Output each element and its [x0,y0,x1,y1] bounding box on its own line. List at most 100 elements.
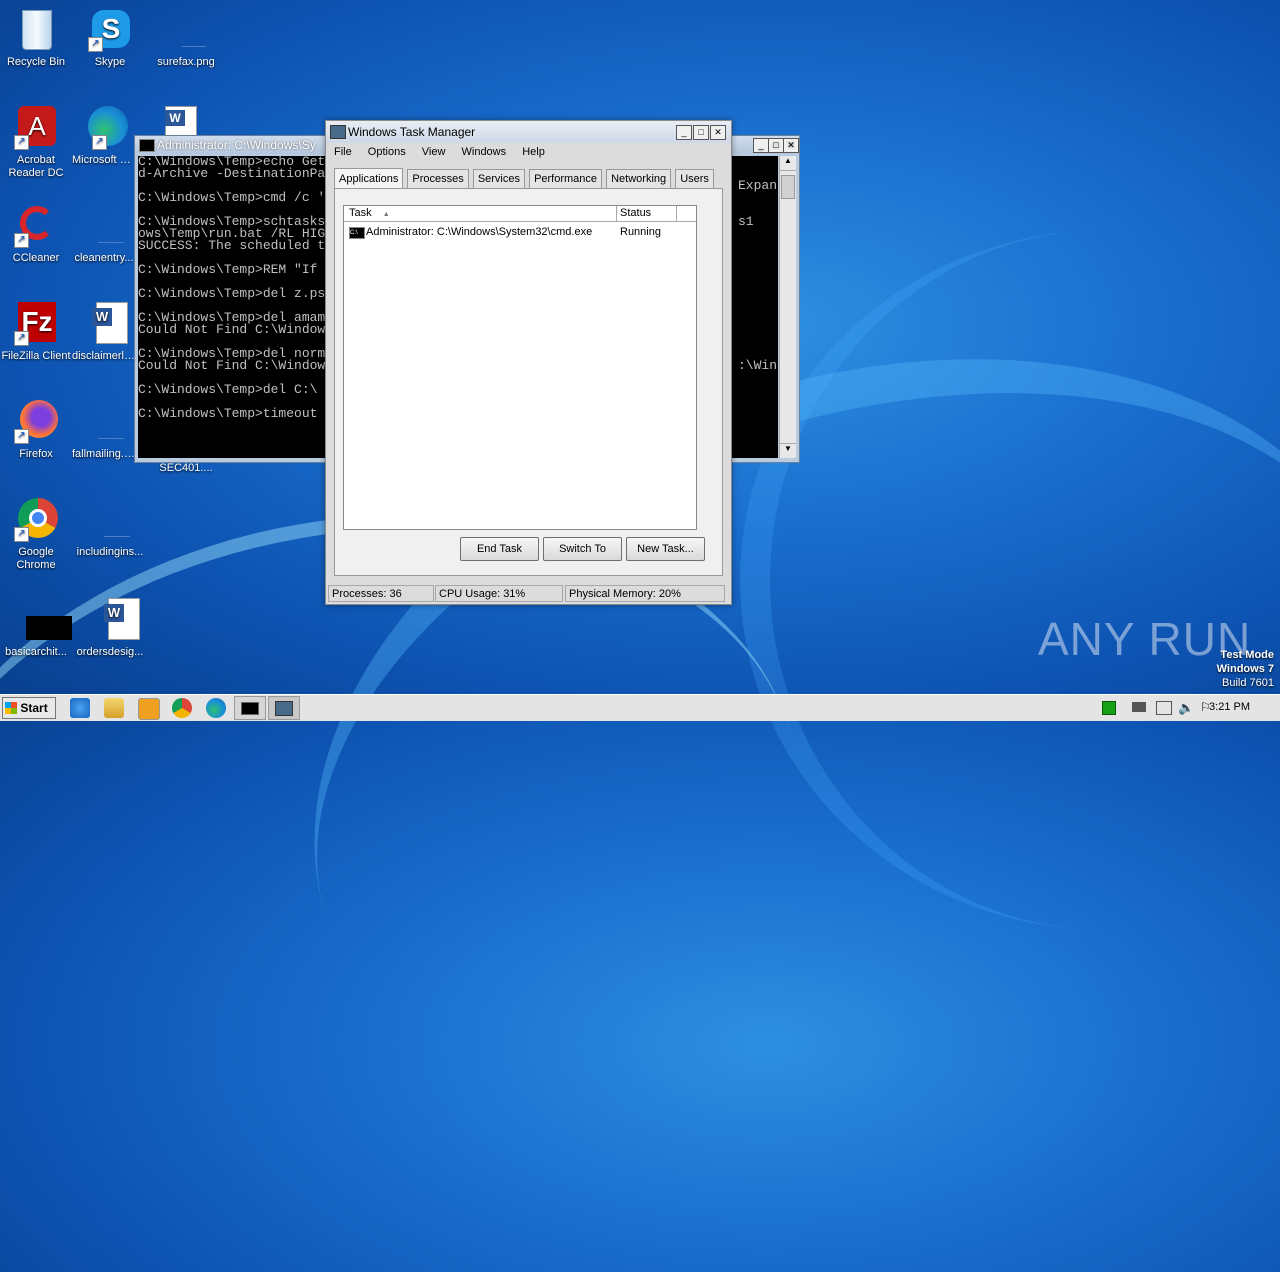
chrome-icon[interactable] [172,698,192,718]
desktop-icon-chrome[interactable]: ↗ Google Chrome [0,498,74,572]
hardware-icon[interactable] [1132,702,1146,712]
desktop-icon-sec401[interactable]: SEC401.... [148,462,224,475]
tab-performance[interactable]: Performance [529,169,603,188]
word-doc-icon: W [82,302,128,346]
clock[interactable]: 3:21 PM [1209,701,1250,713]
explorer-icon[interactable] [104,698,124,718]
console-maximize-button[interactable]: □ [768,138,784,153]
column-task-label: Task [349,207,372,219]
console-line: s1 [738,214,754,229]
task-row[interactable]: C:\ Administrator: C:\Windows\System32\c… [349,225,689,239]
image-file-icon [164,8,208,52]
desktop-icon-edge[interactable]: ↗ Microsoft Edge [72,106,136,167]
word-doc-icon: W [165,106,209,136]
build-label: Build 7601 [1222,677,1274,689]
scroll-down-arrow-icon[interactable]: ▼ [780,443,796,458]
firefox-icon: ↗ [14,400,58,444]
ie-icon[interactable] [70,698,90,718]
console-scrollbar[interactable]: ▲ ▼ [779,156,796,458]
cmd-icon [139,139,155,152]
taskbar-task-manager-button[interactable] [268,696,300,720]
desktop-icon-filezilla[interactable]: Fz ↗ FileZilla Client [0,302,74,363]
tab-bar: Applications Processes Services Performa… [334,166,715,190]
desktop-icon-ordersdesig[interactable]: W ordersdesig... [72,598,148,659]
windows-logo-icon [5,702,17,714]
desktop-icon-surefax[interactable]: surefax.png [148,8,224,69]
menu-help[interactable]: Help [522,146,545,158]
desktop-icon-includingins[interactable]: includingins... [72,498,148,559]
desktop-icon-ccleaner[interactable]: ↗ CCleaner [0,204,74,265]
edge-icon[interactable] [206,698,226,718]
task-manager-icon [275,701,293,716]
menu-windows[interactable]: Windows [462,146,507,158]
console-close-button[interactable]: ✕ [783,138,799,153]
switch-to-button[interactable]: Switch To [543,537,622,561]
column-task[interactable]: Task ▲ [349,206,390,222]
ccleaner-icon: ↗ [14,204,58,248]
close-button[interactable]: ✕ [710,125,726,140]
task-manager-title-bar[interactable]: Windows Task Manager _ □ ✕ [326,121,731,143]
desktop-icon-basicarchit[interactable]: basicarchit... [0,598,74,659]
start-label: Start [20,701,48,715]
minimize-button[interactable]: _ [676,125,692,140]
task-list-header: Task ▲ Status [344,206,696,222]
start-button[interactable]: Start [2,697,56,719]
tab-users[interactable]: Users [675,169,714,188]
windows-version-label: Windows 7 [1216,663,1274,675]
menu-view[interactable]: View [422,146,446,158]
network-icon[interactable] [1156,701,1172,715]
desktop-icon-cleanentry[interactable]: cleanentry... [72,204,136,265]
end-task-button[interactable]: End Task [460,537,539,561]
scroll-up-arrow-icon[interactable]: ▲ [780,156,796,171]
scroll-thumb[interactable] [781,175,795,199]
taskbar: Start 🔈 ⚐ 3:21 PM [0,694,1280,721]
console-title: Administrator: C:\Windows\Sy [157,138,316,152]
tab-services[interactable]: Services [472,169,525,188]
file-icon [82,400,126,444]
system-tray: 🔈 ⚐ 3:21 PM [1094,695,1280,721]
new-task-button[interactable]: New Task... [626,537,705,561]
speaker-icon[interactable]: 🔈 [1178,700,1194,716]
task-name: Administrator: C:\Windows\System32\cmd.e… [366,226,593,238]
console-line: :\Wind [738,358,778,373]
file-icon [82,204,126,248]
desktop-icon-skype[interactable]: S ↗ Skype [72,8,148,69]
status-bar: Processes: 36 CPU Usage: 31% Physical Me… [328,585,727,602]
menu-file[interactable]: File [334,146,352,158]
desktop-icon-recycle-bin[interactable]: Recycle Bin [0,8,74,69]
cmd-icon [241,702,259,715]
tab-applications[interactable]: Applications [334,168,404,190]
desktop-icon-firefox[interactable]: ↗ Firefox [0,400,74,461]
column-divider[interactable] [676,206,677,221]
test-mode-label: Test Mode [1220,649,1274,661]
desktop-icon-fallmailing[interactable]: fallmailing.p... [72,400,136,461]
console-right-text: Expan s1 :\Wind [738,156,778,372]
task-status: Running [620,226,661,238]
task-manager-icon [330,125,346,139]
word-doc-icon: W [88,598,140,642]
taskbar-cmd-button[interactable] [234,696,266,720]
console-minimize-button[interactable]: _ [753,138,769,153]
file-icon [88,498,132,542]
task-list[interactable]: Task ▲ Status C:\ Administrator: C:\Wind… [343,205,697,530]
tab-processes[interactable]: Processes [407,169,469,188]
column-status[interactable]: Status [620,206,651,221]
maximize-button[interactable]: □ [693,125,709,140]
cmd-icon: C:\ [349,227,365,239]
test-mode-notice: Test Mode Windows 7 Build 7601 [1217,648,1274,690]
menu-options[interactable]: Options [368,146,406,158]
recycle-bin-icon [14,8,58,52]
desktop-icon-acrobat[interactable]: A ↗ Acrobat Reader DC [0,106,74,180]
sort-ascending-icon: ▲ [382,211,390,218]
column-divider[interactable] [616,206,617,221]
console-line: Expan [738,178,778,193]
network-status-icon[interactable] [1102,701,1116,715]
media-player-icon[interactable] [138,698,160,720]
chrome-icon: ↗ [14,498,58,542]
desktop-icon-disclaimerlive[interactable]: W disclaimerlive [72,302,136,363]
task-manager-window[interactable]: Windows Task Manager _ □ ✕ File Options … [325,120,732,605]
tab-networking[interactable]: Networking [606,169,672,188]
status-processes: Processes: 36 [328,585,434,602]
